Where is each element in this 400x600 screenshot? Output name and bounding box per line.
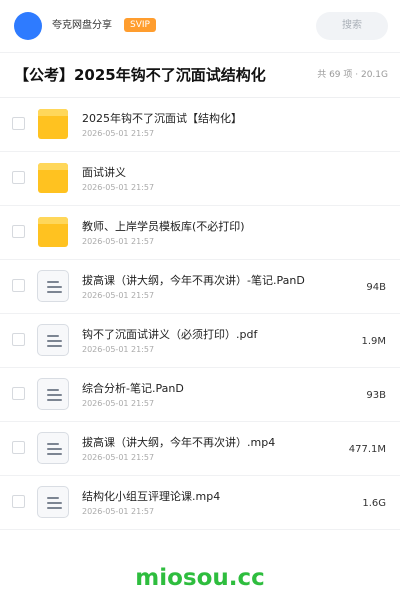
item-size: 94B: [366, 282, 386, 293]
item-size: 93B: [366, 390, 386, 401]
item-name: 教师、上岸学员模板库(不必打印): [82, 220, 245, 233]
select-checkbox[interactable]: [12, 387, 25, 400]
item-date: 2026-05-01 21:57: [82, 453, 155, 462]
select-checkbox[interactable]: [12, 333, 25, 346]
document-icon: [37, 432, 69, 464]
item-date: 2026-05-01 21:57: [82, 237, 155, 246]
item-name: 钩不了沉面试讲义（必须打印）.pdf: [82, 328, 258, 341]
select-checkbox[interactable]: [12, 117, 25, 130]
select-checkbox[interactable]: [12, 171, 25, 184]
item-name: 拔高课（讲大纲，今年不再次讲）.mp4: [82, 436, 276, 449]
item-date: 2026-05-01 21:57: [82, 399, 155, 408]
avatar[interactable]: [14, 12, 42, 40]
item-date: 2026-05-01 21:57: [82, 507, 155, 516]
list-item[interactable]: 钩不了沉面试讲义（必须打印）.pdf 2026-05-01 21:57 1.9M: [0, 314, 400, 368]
folder-header: 【公考】2025年钩不了沉面试结构化 共 69 项 · 20.1G: [0, 53, 400, 97]
item-name: 2025年钩不了沉面试【结构化】: [82, 112, 242, 125]
folder-icon: [38, 217, 68, 247]
watermark: miosou.cc: [135, 565, 265, 591]
item-size: 1.9M: [361, 336, 386, 347]
folder-title: 【公考】2025年钩不了沉面试结构化: [14, 66, 266, 84]
list-item[interactable]: 综合分析-笔记.PanD 2026-05-01 21:57 93B: [0, 368, 400, 422]
select-checkbox[interactable]: [12, 441, 25, 454]
item-name: 拔高课（讲大纲，今年不再次讲）-笔记.PanD: [82, 274, 305, 287]
item-size: 1.6G: [362, 498, 386, 509]
top-bar: 夸克网盘分享 SVIP 搜索: [0, 0, 400, 52]
svip-badge: SVIP: [124, 18, 156, 32]
document-icon: [37, 378, 69, 410]
item-date: 2026-05-01 21:57: [82, 183, 155, 192]
document-icon: [37, 270, 69, 302]
document-icon: [37, 324, 69, 356]
file-list: 2025年钩不了沉面试【结构化】 2026-05-01 21:57 面试讲义 2…: [0, 98, 400, 530]
list-item[interactable]: 结构化小组互评理论课.mp4 2026-05-01 21:57 1.6G: [0, 476, 400, 530]
folder-icon: [38, 109, 68, 139]
folder-icon: [38, 163, 68, 193]
list-item[interactable]: 拔高课（讲大纲，今年不再次讲）-笔记.PanD 2026-05-01 21:57…: [0, 260, 400, 314]
select-checkbox[interactable]: [12, 495, 25, 508]
list-item[interactable]: 教师、上岸学员模板库(不必打印) 2026-05-01 21:57: [0, 206, 400, 260]
list-item[interactable]: 面试讲义 2026-05-01 21:57: [0, 152, 400, 206]
share-owner-name: 夸克网盘分享: [52, 20, 112, 31]
document-icon: [37, 486, 69, 518]
list-item[interactable]: 拔高课（讲大纲，今年不再次讲）.mp4 2026-05-01 21:57 477…: [0, 422, 400, 476]
select-checkbox[interactable]: [12, 225, 25, 238]
select-checkbox[interactable]: [12, 279, 25, 292]
list-item[interactable]: 2025年钩不了沉面试【结构化】 2026-05-01 21:57: [0, 98, 400, 152]
item-date: 2026-05-01 21:57: [82, 345, 155, 354]
item-name: 面试讲义: [82, 166, 126, 179]
item-date: 2026-05-01 21:57: [82, 291, 155, 300]
folder-meta: 共 69 项 · 20.1G: [317, 70, 388, 80]
item-date: 2026-05-01 21:57: [82, 129, 155, 138]
item-name: 综合分析-笔记.PanD: [82, 382, 184, 395]
item-name: 结构化小组互评理论课.mp4: [82, 490, 221, 503]
search-button[interactable]: 搜索: [316, 12, 388, 40]
item-size: 477.1M: [348, 444, 386, 455]
